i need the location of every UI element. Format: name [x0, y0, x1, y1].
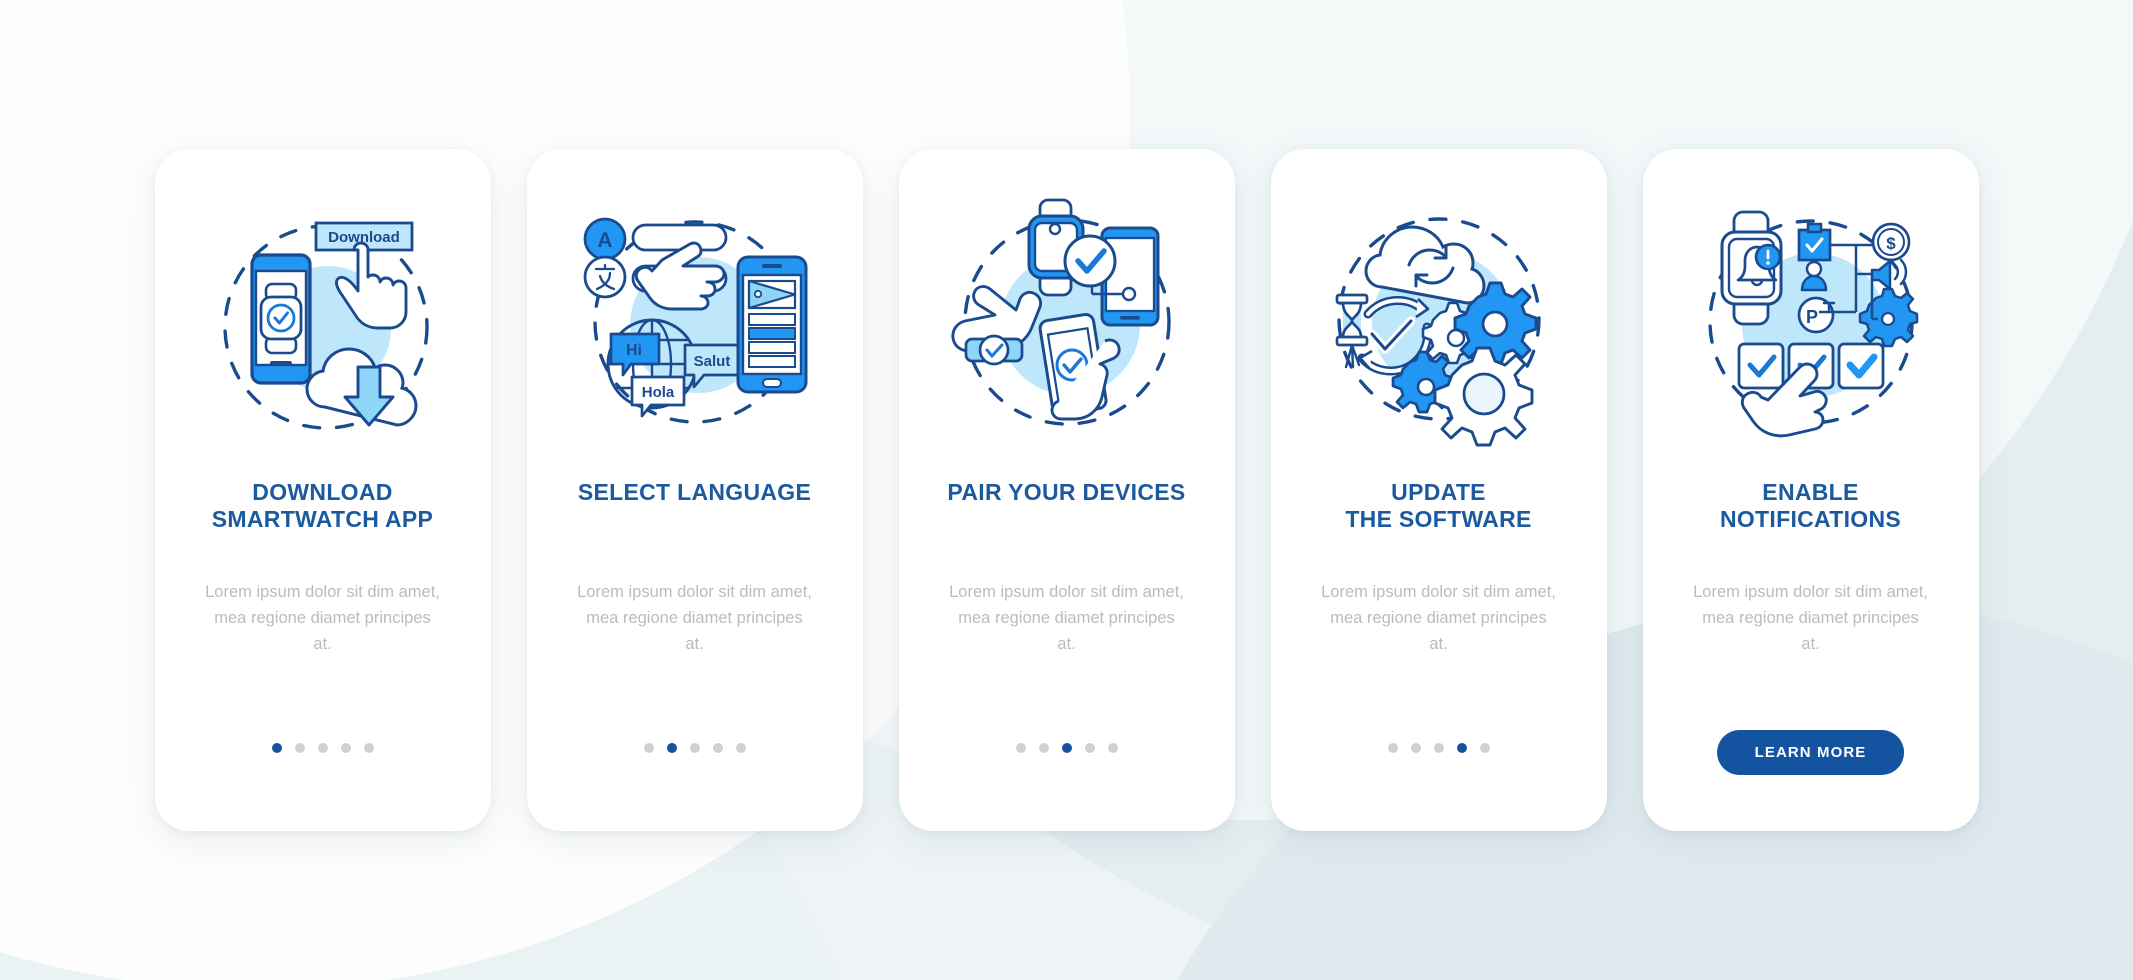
pagination-dot[interactable] [294, 743, 305, 753]
pagination-dot[interactable] [1061, 743, 1072, 753]
card-title-line: UPDATE [1391, 479, 1486, 505]
download-app-illustration: Download [222, 221, 429, 430]
onboarding-card-download-smartwatch-app[interactable]: Download DOWNLOAD SMARTWATCH APP Lorem i… [154, 149, 491, 831]
parking-badge-icon: P [1797, 296, 1835, 334]
speech-bubble-hola-text: Hola [641, 384, 674, 401]
pagination-dots[interactable] [899, 743, 1235, 753]
currency-badge-text: $ [1886, 234, 1896, 253]
pagination-dot[interactable] [1479, 743, 1490, 753]
onboarding-card-select-language[interactable]: A Hi Salut Hola SELECT LANGUAGE Lorem ip… [526, 149, 863, 831]
pagination-dot[interactable] [271, 743, 282, 753]
pagination-dot[interactable] [1015, 743, 1026, 753]
card-title: PAIR YOUR DEVICES [929, 479, 1203, 541]
clipboard-check-icon [1797, 222, 1831, 262]
pagination-dot[interactable] [643, 743, 654, 753]
card-title-line: SMARTWATCH APP [211, 506, 434, 533]
parking-badge-text: P [1805, 307, 1817, 327]
pagination-dot[interactable] [1387, 743, 1398, 753]
card-title: DOWNLOAD SMARTWATCH APP [194, 479, 451, 541]
translate-badge-icon [583, 255, 626, 299]
card-title-line: SELECT LANGUAGE [577, 479, 812, 505]
learn-more-button[interactable]: LEARN MORE [1716, 730, 1905, 775]
card-body-text: Lorem ipsum dolor sit dim amet, mea regi… [1693, 583, 1928, 654]
card-title-line: THE SOFTWARE [1345, 506, 1532, 533]
onboarding-screens-page: Download DOWNLOAD SMARTWATCH APP Lorem i… [0, 0, 2133, 980]
speech-bubble-hi-text: Hi [626, 342, 642, 359]
speech-bubble-salut-text: Salut [693, 353, 730, 370]
card-body-text: Lorem ipsum dolor sit dim amet, mea regi… [949, 583, 1184, 654]
illustration-enable-notifications: P $ [1643, 149, 1979, 479]
onboarding-card-pair-your-devices[interactable]: PAIR YOUR DEVICES Lorem ipsum dolor sit … [898, 149, 1235, 831]
pagination-dot[interactable] [689, 743, 700, 753]
card-title-line: PAIR YOUR DEVICES [947, 479, 1186, 505]
card-title: UPDATE THE SOFTWARE [1327, 479, 1549, 541]
illustration-update-software [1271, 149, 1607, 479]
onboarding-card-update-the-software[interactable]: UPDATE THE SOFTWARE Lorem ipsum dolor si… [1270, 149, 1607, 831]
pagination-dot[interactable] [1410, 743, 1421, 753]
onboarding-card-enable-notifications[interactable]: P $ ENABLE NOTIFICATIONS Lorem ipsum dol… [1642, 149, 1979, 831]
speech-bubble-hola: Hola [630, 375, 685, 418]
select-language-illustration: A Hi Salut Hola [583, 217, 807, 424]
onboarding-card-list: Download DOWNLOAD SMARTWATCH APP Lorem i… [0, 0, 2133, 980]
check-badge-icon [1063, 234, 1116, 288]
pagination-dot[interactable] [712, 743, 723, 753]
language-glyph-badge: A [583, 217, 626, 261]
watch-icon [259, 282, 302, 355]
checkbox-1[interactable] [1737, 342, 1784, 390]
illustration-pair-devices [899, 149, 1235, 479]
card-title-line: DOWNLOAD [252, 479, 393, 505]
pagination-dot[interactable] [1084, 743, 1095, 753]
pagination-dots[interactable] [527, 743, 863, 753]
pagination-dots[interactable] [1271, 743, 1607, 753]
search-bar-top [631, 223, 727, 252]
card-title: SELECT LANGUAGE [560, 479, 829, 541]
enable-notifications-illustration: P $ [1707, 210, 1918, 438]
card-body-text: Lorem ipsum dolor sit dim amet, mea regi… [205, 583, 440, 654]
currency-badge-icon: $ [1871, 222, 1910, 262]
pagination-dots[interactable] [155, 743, 491, 753]
pagination-dot[interactable] [363, 743, 374, 753]
pagination-dot[interactable] [735, 743, 746, 753]
checkbox-3[interactable] [1837, 342, 1884, 390]
update-software-illustration [1335, 217, 1541, 447]
pagination-dot[interactable] [340, 743, 351, 753]
pagination-dot[interactable] [1433, 743, 1444, 753]
pagination-dot[interactable] [666, 743, 677, 753]
pagination-dot[interactable] [317, 743, 328, 753]
illustration-download-app: Download [155, 149, 491, 479]
card-title-line: NOTIFICATIONS [1719, 506, 1902, 533]
card-body-text: Lorem ipsum dolor sit dim amet, mea regi… [1321, 583, 1556, 654]
pagination-dot[interactable] [1107, 743, 1118, 753]
pagination-dot[interactable] [1456, 743, 1467, 753]
card-body-text: Lorem ipsum dolor sit dim amet, mea regi… [577, 583, 812, 654]
card-title-line: ENABLE [1762, 479, 1859, 505]
pair-devices-illustration [950, 198, 1171, 426]
language-glyph-text: A [597, 229, 612, 252]
pagination-dot[interactable] [1038, 743, 1049, 753]
card-title: ENABLE NOTIFICATIONS [1702, 479, 1919, 541]
phone-shape [736, 255, 807, 394]
speaker-icon [1870, 258, 1907, 291]
illustration-select-language: A Hi Salut Hola [527, 149, 863, 479]
